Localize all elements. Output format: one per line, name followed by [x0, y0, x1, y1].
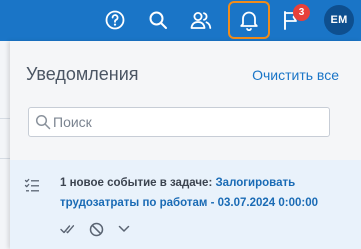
- panel-title: Уведомления: [26, 64, 139, 84]
- notification-search: [28, 107, 330, 137]
- top-navigation-bar: 3 EM: [0, 0, 361, 41]
- notification-text: 1 новое событие в задаче: Залогировать т…: [60, 173, 350, 213]
- notifications-button[interactable]: [228, 1, 270, 39]
- search-icon: [149, 11, 167, 29]
- search-icon: [35, 114, 51, 130]
- notification-count-badge: 3: [293, 4, 310, 21]
- notification-prefix: 1 новое событие в задаче:: [60, 177, 216, 189]
- expand-button[interactable]: [116, 221, 132, 237]
- help-icon: [105, 10, 125, 30]
- users-button[interactable]: [186, 4, 216, 36]
- notification-item[interactable]: 1 новое событие в задаче: Залогировать т…: [10, 160, 361, 249]
- check-double-icon: [60, 225, 75, 234]
- user-avatar[interactable]: EM: [324, 5, 354, 35]
- notification-actions: [60, 221, 132, 237]
- chevron-down-icon: [118, 225, 130, 232]
- users-icon: [190, 12, 212, 29]
- dismiss-button[interactable]: [88, 221, 104, 237]
- bell-icon: [240, 11, 258, 31]
- background-content-edge: [0, 41, 10, 249]
- search-input[interactable]: [53, 108, 323, 136]
- mark-read-button[interactable]: [60, 221, 76, 237]
- task-list-icon: [24, 178, 39, 192]
- ban-icon: [89, 222, 103, 236]
- search-button[interactable]: [143, 4, 173, 36]
- help-button[interactable]: [100, 4, 130, 36]
- notifications-panel: Уведомления Очистить все 1 новое событие…: [10, 41, 361, 249]
- clear-all-link[interactable]: Очистить все: [252, 67, 339, 83]
